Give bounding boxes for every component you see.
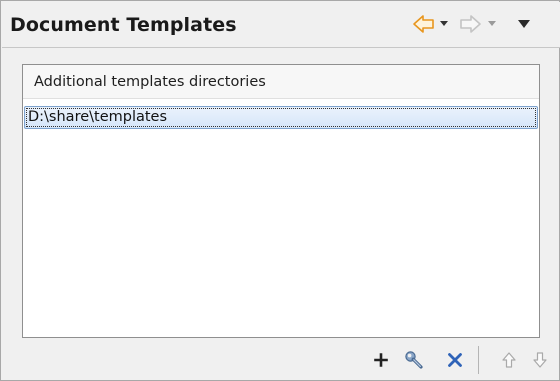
wrench-icon — [405, 351, 423, 369]
column-header[interactable]: Additional templates directories — [23, 65, 539, 99]
panel-title: Document Templates — [10, 14, 237, 36]
add-directory-button[interactable] — [370, 349, 392, 371]
chevron-down-icon — [440, 21, 448, 26]
forward-dropdown-button[interactable] — [486, 12, 498, 36]
back-button[interactable] — [411, 12, 437, 36]
document-templates-panel: Document Templates Additional templates … — [0, 0, 560, 381]
forward-button[interactable] — [457, 12, 483, 36]
arrow-up-icon — [502, 352, 516, 368]
forward-arrow-icon — [460, 15, 481, 33]
chevron-down-icon — [488, 21, 496, 26]
templates-directories-table[interactable]: Additional templates directories D:\shar… — [22, 64, 540, 338]
move-up-button[interactable] — [498, 349, 520, 371]
remove-directory-button[interactable] — [444, 349, 466, 371]
table-row[interactable]: D:\share\templates — [24, 106, 538, 129]
panel-header: Document Templates — [2, 2, 560, 48]
move-down-button[interactable] — [529, 349, 551, 371]
back-arrow-icon — [413, 15, 434, 33]
arrow-down-icon — [533, 352, 547, 368]
toolbar-separator — [478, 346, 479, 374]
back-dropdown-button[interactable] — [438, 12, 450, 36]
view-menu-button[interactable] — [516, 12, 532, 36]
view-menu-icon — [518, 20, 530, 28]
plus-icon — [374, 353, 388, 367]
delete-x-icon — [448, 353, 462, 367]
edit-directory-button[interactable] — [403, 349, 425, 371]
